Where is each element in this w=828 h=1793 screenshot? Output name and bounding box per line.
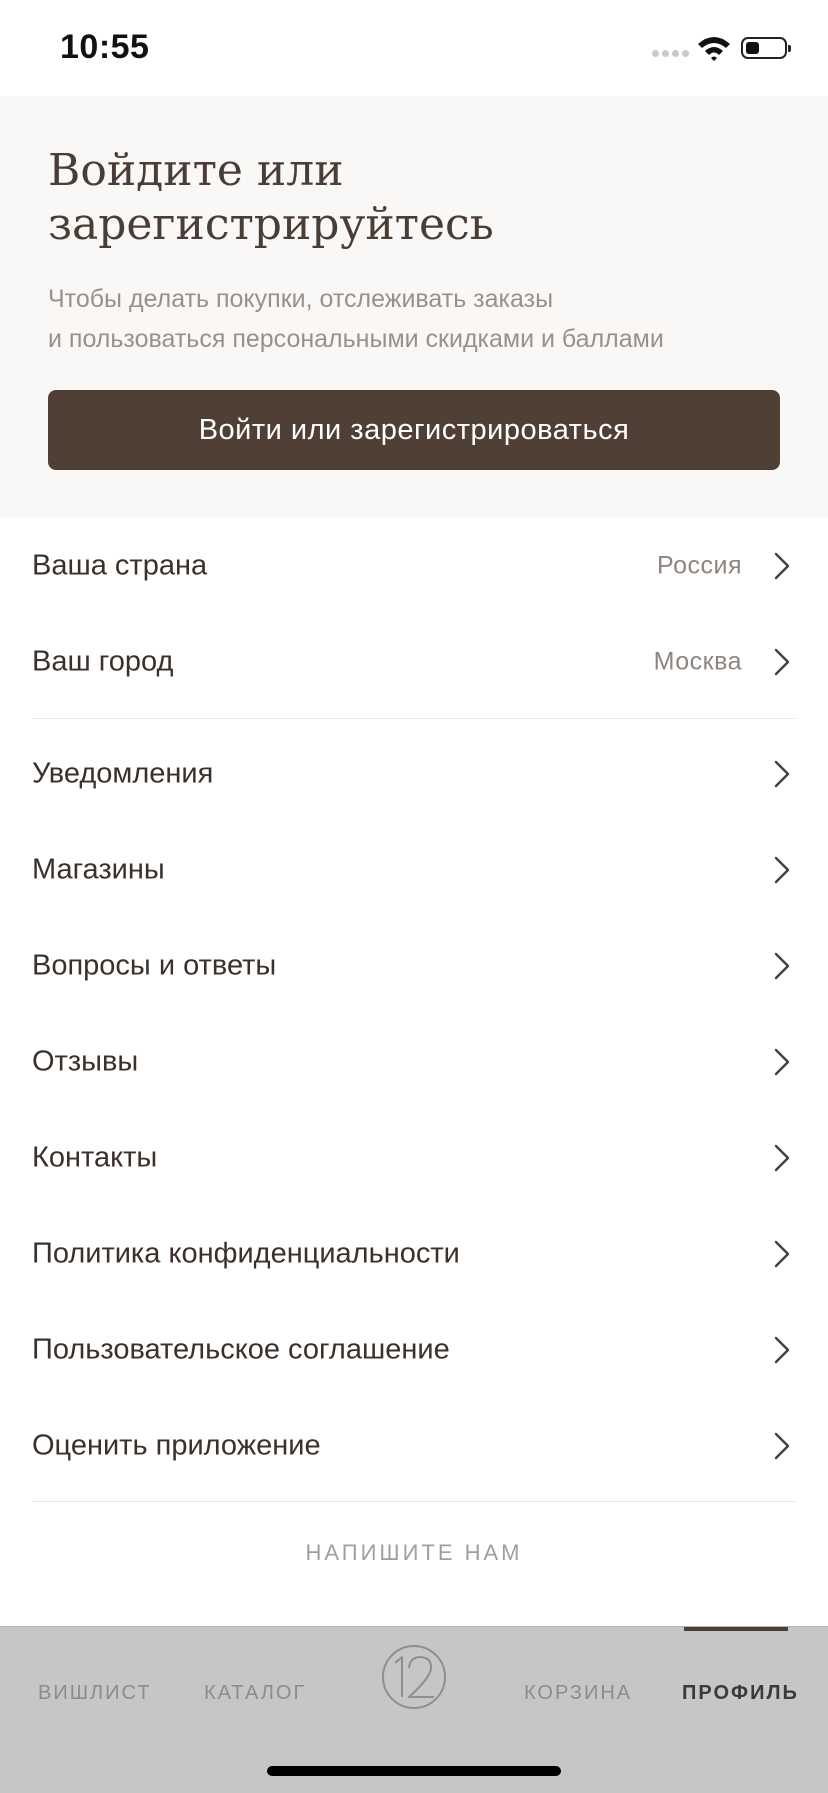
menu-item-stores[interactable]: Магазины [0, 822, 828, 918]
chevron-right-icon [774, 648, 790, 676]
chevron-right-icon [774, 760, 790, 788]
city-label: Ваш город [32, 645, 174, 678]
menu-item-label: Отзывы [32, 1045, 139, 1078]
menu-item-contacts[interactable]: Контакты [0, 1110, 828, 1206]
menu-item-privacy-policy[interactable]: Политика конфиденциальности [0, 1206, 828, 1302]
country-label: Ваша страна [32, 549, 208, 582]
login-register-button[interactable]: Войти или зарегистрироваться [48, 390, 780, 470]
home-indicator [267, 1766, 561, 1776]
menu-item-label: Контакты [32, 1141, 158, 1174]
section-divider [32, 718, 796, 719]
menu-item-user-agreement[interactable]: Пользовательское соглашение [0, 1302, 828, 1398]
menu-item-notifications[interactable]: Уведомления [0, 726, 828, 822]
menu-item-reviews[interactable]: Отзывы [0, 1014, 828, 1110]
bottom-tab-bar: ВИШЛИСТ КАТАЛОГ КОРЗИНА ПРОФИЛЬ [0, 1626, 828, 1793]
chevron-right-icon [774, 1048, 790, 1076]
menu-item-label: Магазины [32, 853, 165, 886]
cellular-signal-icon [652, 50, 689, 57]
login-prompt-subtitle: Чтобы делать покупки, отслеживать заказы… [48, 279, 808, 359]
menu-item-label: Вопросы и ответы [32, 949, 277, 982]
status-bar: 10:55 [0, 0, 828, 96]
chevron-right-icon [774, 1240, 790, 1268]
chevron-right-icon [774, 856, 790, 884]
chevron-right-icon [774, 1144, 790, 1172]
tab-cart[interactable]: КОРЗИНА [524, 1663, 632, 1723]
wifi-icon [698, 37, 730, 61]
chevron-right-icon [774, 552, 790, 580]
active-tab-indicator [684, 1627, 788, 1631]
country-value: Россия [657, 551, 742, 580]
menu-item-label: Уведомления [32, 757, 214, 790]
menu-item-faq[interactable]: Вопросы и ответы [0, 918, 828, 1014]
battery-icon [741, 37, 791, 59]
section-divider [32, 1501, 796, 1502]
write-us-link[interactable]: НАПИШИТЕ НАМ [0, 1540, 828, 1566]
chevron-right-icon [774, 952, 790, 980]
tab-profile[interactable]: ПРОФИЛЬ [682, 1663, 799, 1723]
status-time: 10:55 [60, 28, 150, 66]
city-value: Москва [653, 647, 742, 676]
brand-logo-icon[interactable] [378, 1641, 450, 1713]
city-row[interactable]: Ваш город Москва [0, 614, 828, 710]
chevron-right-icon [774, 1432, 790, 1460]
login-prompt-title: Войдите или зарегистрируйтесь [48, 145, 494, 250]
battery-level [746, 42, 759, 54]
subtitle-line-2: и пользоваться персональными скидками и … [48, 325, 664, 353]
tab-wishlist[interactable]: ВИШЛИСТ [38, 1663, 152, 1723]
login-prompt-section: Войдите или зарегистрируйтесь Чтобы дела… [0, 96, 828, 517]
menu-item-label: Пользовательское соглашение [32, 1333, 450, 1366]
tab-catalog[interactable]: КАТАЛОГ [204, 1663, 306, 1723]
menu-item-label: Политика конфиденциальности [32, 1237, 460, 1270]
country-row[interactable]: Ваша страна Россия [0, 518, 828, 614]
menu-item-label: Оценить приложение [32, 1429, 321, 1462]
chevron-right-icon [774, 1336, 790, 1364]
menu-item-rate-app[interactable]: Оценить приложение [0, 1398, 828, 1494]
subtitle-line-1: Чтобы делать покупки, отслеживать заказы [48, 285, 554, 313]
